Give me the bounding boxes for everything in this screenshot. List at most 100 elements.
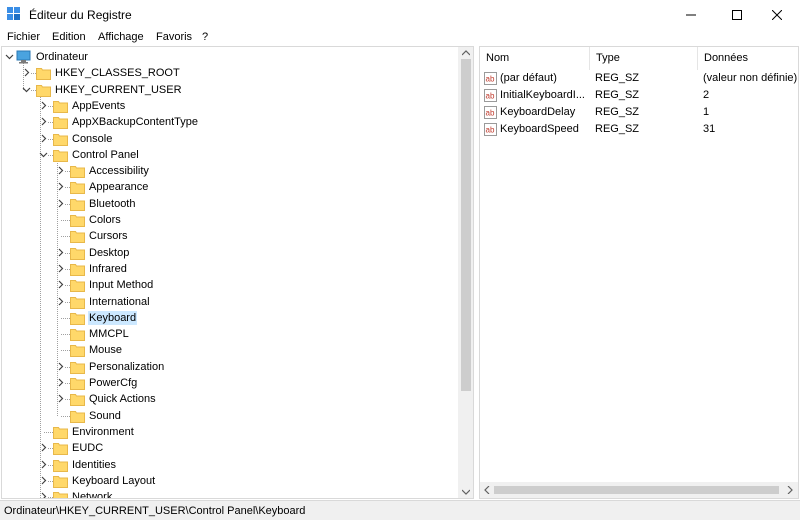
tree-item[interactable]: Appearance — [2, 179, 457, 195]
tree-item[interactable]: Identities — [2, 457, 457, 473]
tree-item[interactable]: Desktop — [2, 245, 457, 261]
key-tree-pane[interactable]: Ordinateur HKEY_CLASSES_ROOT HKEY_CURRENT_… — [1, 46, 474, 499]
menu-fichier[interactable]: Fichier — [7, 31, 40, 43]
value-row[interactable]: ab KeyboardSpeed REG_SZ 31 — [480, 122, 798, 139]
tree-item-label[interactable]: Identities — [71, 458, 117, 472]
tree-item-label[interactable]: AppXBackupContentType — [71, 115, 199, 129]
tree-item[interactable]: Cursors — [2, 228, 457, 244]
tree-item[interactable]: AppXBackupContentType — [2, 114, 457, 130]
tree-item-label[interactable]: AppEvents — [71, 99, 126, 113]
tree-item-hkcu[interactable]: HKEY_CURRENT_USER — [2, 82, 457, 98]
chevron-right-icon[interactable] — [56, 362, 65, 371]
tree-item[interactable]: Keyboard — [2, 310, 457, 326]
column-header-name[interactable]: Nom — [480, 47, 590, 70]
tree-item[interactable]: MMCPL — [2, 326, 457, 342]
tree-item-label-selected[interactable]: Keyboard — [88, 310, 138, 325]
chevron-right-icon[interactable] — [56, 264, 65, 273]
tree-item[interactable]: Personalization — [2, 359, 457, 375]
scroll-left-icon[interactable] — [484, 486, 490, 494]
values-list-pane[interactable]: Nom Type Données ab (par défaut) REG_SZ … — [479, 46, 799, 499]
tree-item[interactable]: Sound — [2, 408, 457, 424]
menu-edition[interactable]: Edition — [52, 31, 86, 43]
tree-item-label[interactable]: Colors — [88, 213, 122, 227]
tree-item-label[interactable]: HKEY_CLASSES_ROOT — [54, 66, 181, 80]
chevron-right-icon[interactable] — [56, 297, 65, 306]
menu-help[interactable]: ? — [202, 31, 208, 43]
chevron-right-icon[interactable] — [56, 182, 65, 191]
scroll-up-icon[interactable] — [462, 50, 470, 56]
tree-item-label[interactable]: International — [88, 295, 151, 309]
tree-item[interactable]: Bluetooth — [2, 196, 457, 212]
tree-root-computer[interactable]: Ordinateur — [2, 49, 457, 65]
tree-item-label[interactable]: Environment — [71, 425, 135, 439]
tree-item-label[interactable]: Desktop — [88, 246, 130, 260]
tree-item-label[interactable]: MMCPL — [88, 327, 130, 341]
chevron-right-icon[interactable] — [39, 443, 48, 452]
chevron-right-icon[interactable] — [22, 68, 31, 77]
tree-item-label[interactable]: Quick Actions — [88, 392, 157, 406]
chevron-down-icon[interactable] — [5, 52, 14, 61]
value-row[interactable]: ab InitialKeyboardI... REG_SZ 2 — [480, 88, 798, 105]
menu-affichage[interactable]: Affichage — [98, 31, 144, 43]
scroll-right-icon[interactable] — [787, 486, 793, 494]
tree-item[interactable]: Input Method — [2, 277, 457, 293]
tree-item-label[interactable]: PowerCfg — [88, 376, 138, 390]
tree-item[interactable]: Keyboard Layout — [2, 473, 457, 489]
tree-item-label[interactable]: Control Panel — [71, 148, 140, 162]
tree-item-label[interactable]: Bluetooth — [88, 197, 136, 211]
chevron-right-icon[interactable] — [56, 280, 65, 289]
tree-item[interactable]: EUDC — [2, 440, 457, 456]
chevron-right-icon[interactable] — [39, 492, 48, 499]
list-horizontal-scrollbar[interactable] — [480, 482, 798, 498]
column-header-data[interactable]: Données — [698, 47, 798, 70]
tree-item-label[interactable]: HKEY_CURRENT_USER — [54, 83, 183, 97]
tree-item-label[interactable]: Ordinateur — [35, 50, 89, 64]
tree-item-label[interactable]: Console — [71, 132, 113, 146]
scroll-down-icon[interactable] — [462, 489, 470, 495]
list-scroll-thumb[interactable] — [494, 486, 779, 494]
chevron-right-icon[interactable] — [56, 166, 65, 175]
tree-item-label[interactable]: Mouse — [88, 343, 123, 357]
tree-item[interactable]: Accessibility — [2, 163, 457, 179]
tree-item-label[interactable]: Cursors — [88, 229, 129, 243]
tree-item[interactable]: Network — [2, 489, 457, 499]
tree-item[interactable]: Quick Actions — [2, 391, 457, 407]
tree-item[interactable]: International — [2, 294, 457, 310]
tree-item-label[interactable]: Infrared — [88, 262, 128, 276]
menu-favoris[interactable]: Favoris — [156, 31, 192, 43]
tree-scroll-thumb[interactable] — [461, 59, 471, 391]
tree-item-label[interactable]: Input Method — [88, 278, 154, 292]
column-header-type[interactable]: Type — [590, 47, 698, 70]
chevron-down-icon[interactable] — [39, 150, 48, 159]
chevron-right-icon[interactable] — [39, 117, 48, 126]
value-row[interactable]: ab (par défaut) REG_SZ (valeur non défin… — [480, 71, 798, 88]
tree-item-label[interactable]: Appearance — [88, 180, 149, 194]
tree-item-hkcr[interactable]: HKEY_CLASSES_ROOT — [2, 65, 457, 81]
tree-item-label[interactable]: EUDC — [71, 441, 104, 455]
chevron-right-icon[interactable] — [39, 101, 48, 110]
chevron-right-icon[interactable] — [39, 134, 48, 143]
chevron-right-icon[interactable] — [56, 248, 65, 257]
chevron-down-icon[interactable] — [22, 85, 31, 94]
tree-item-label[interactable]: Personalization — [88, 360, 165, 374]
tree-item[interactable]: Colors — [2, 212, 457, 228]
tree-item-label[interactable]: Network — [71, 490, 113, 498]
tree-item[interactable]: Mouse — [2, 342, 457, 358]
tree-item[interactable]: PowerCfg — [2, 375, 457, 391]
chevron-right-icon[interactable] — [39, 460, 48, 469]
close-button[interactable] — [754, 0, 800, 29]
tree-item[interactable]: Control Panel — [2, 147, 457, 163]
chevron-right-icon[interactable] — [56, 199, 65, 208]
chevron-right-icon[interactable] — [39, 476, 48, 485]
chevron-right-icon[interactable] — [56, 378, 65, 387]
tree-item[interactable]: Environment — [2, 424, 457, 440]
tree-vertical-scrollbar[interactable] — [458, 47, 473, 498]
tree-item-label[interactable]: Sound — [88, 409, 122, 423]
tree-item[interactable]: Infrared — [2, 261, 457, 277]
tree-item-label[interactable]: Accessibility — [88, 164, 150, 178]
tree-item[interactable]: AppEvents — [2, 98, 457, 114]
tree-item[interactable]: Console — [2, 131, 457, 147]
tree-item-label[interactable]: Keyboard Layout — [71, 474, 156, 488]
chevron-right-icon[interactable] — [56, 394, 65, 403]
minimize-button[interactable] — [668, 0, 714, 29]
